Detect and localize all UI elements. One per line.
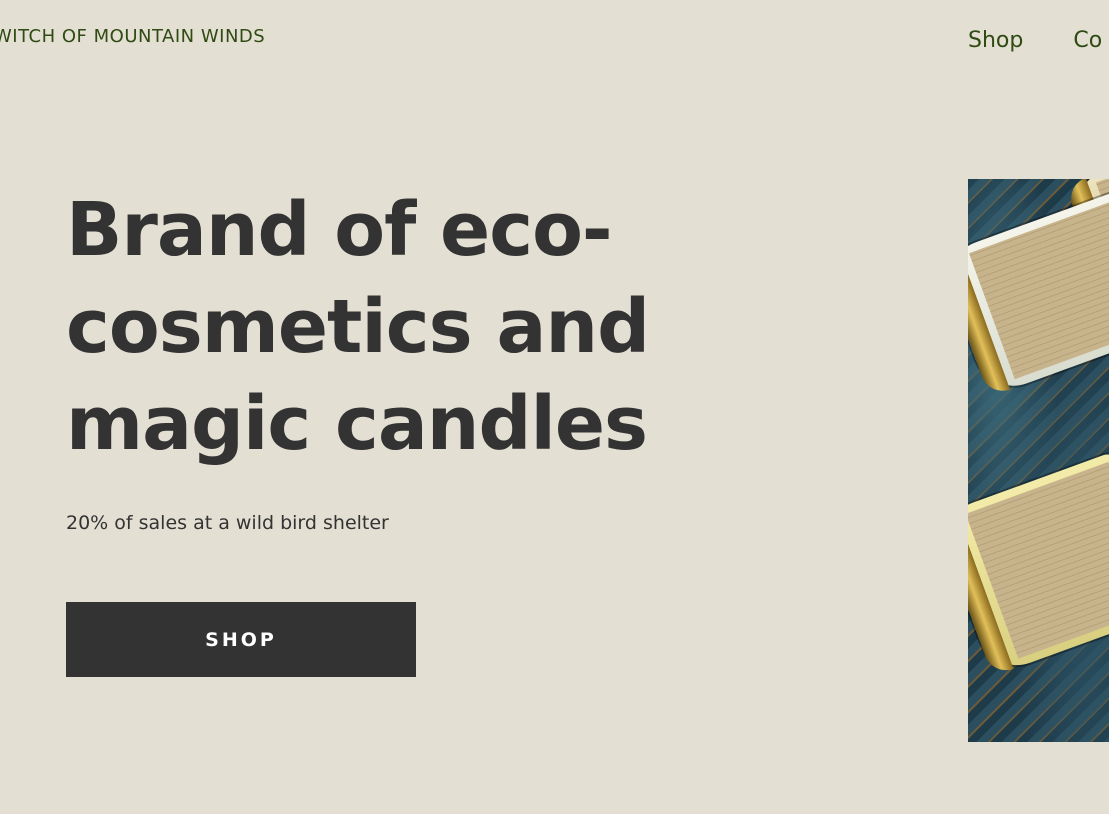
jar-image — [968, 451, 1109, 677]
hero-title: Brand of eco-cosmetics and magic candles — [66, 187, 650, 467]
brand-logo-text[interactable]: WITCH OF MOUNTAIN WINDS — [0, 26, 265, 47]
jar-image — [968, 191, 1109, 397]
nav-item-shop[interactable]: Shop — [968, 28, 1023, 53]
hero-product-image — [968, 179, 1109, 742]
hero-subtitle: 20% of sales at a wild bird shelter — [66, 512, 389, 534]
shop-button[interactable]: SHOP — [66, 602, 416, 677]
nav-item-contacts[interactable]: Co — [1073, 28, 1102, 53]
main-nav: Shop Co — [968, 28, 1102, 53]
